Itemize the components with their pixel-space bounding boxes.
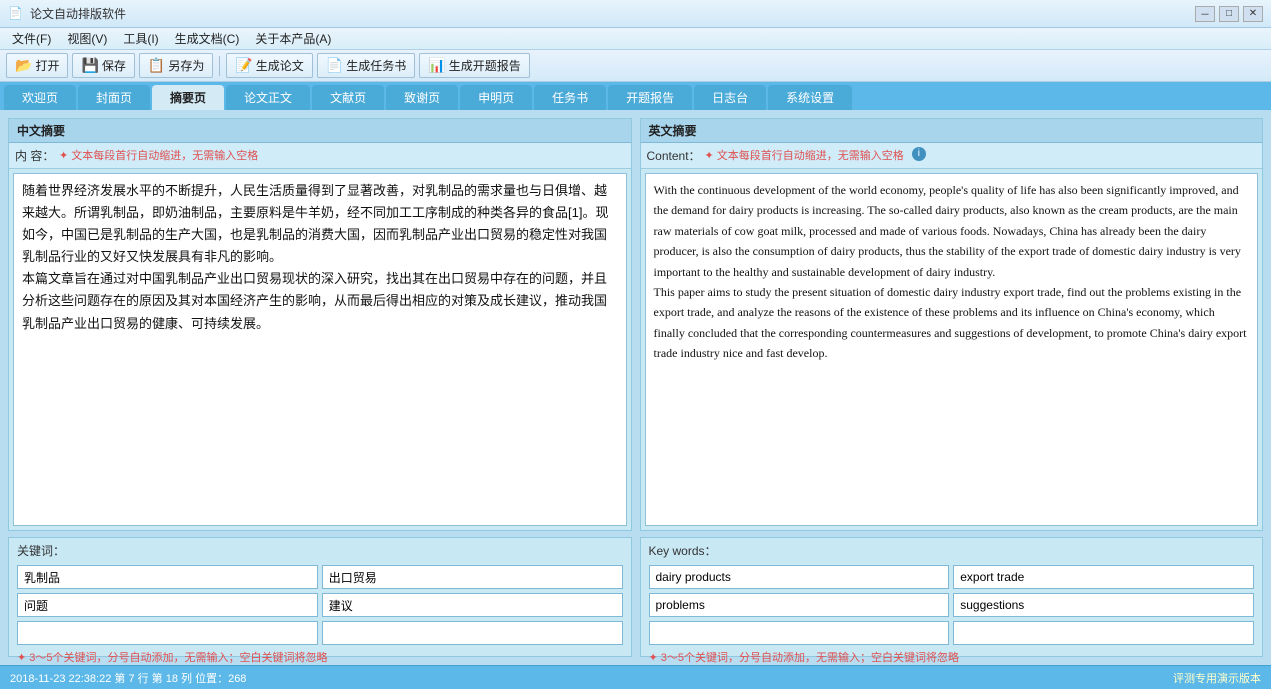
zh-keyword-2[interactable] bbox=[322, 565, 623, 589]
en-abstract-hint: ✦ 文本每段首行自动缩进，无需输入空格 bbox=[705, 147, 904, 163]
en-abstract-title: 英文摘要 bbox=[641, 119, 1263, 143]
en-abstract-panel: 英文摘要 Content： ✦ 文本每段首行自动缩进，无需输入空格 i With… bbox=[640, 118, 1264, 531]
abstract-row: 中文摘要 内 容： ✦ 文本每段首行自动缩进，无需输入空格 随着世界经济发展水平… bbox=[8, 118, 1263, 531]
en-keywords-hint: ✦ 3～5个关键词，分号自动添加，无需输入；空白关键词将忽略 bbox=[649, 649, 1255, 665]
zh-keywords-hint: ✦ 3～5个关键词，分号自动添加，无需输入；空白关键词将忽略 bbox=[17, 649, 623, 665]
en-keyword-2[interactable] bbox=[953, 565, 1254, 589]
zh-abstract-hint: ✦ 文本每段首行自动缩进，无需输入空格 bbox=[59, 147, 258, 163]
saveas-icon: 📋 bbox=[148, 57, 165, 74]
save-icon: 💾 bbox=[81, 57, 98, 74]
app-icon: 📄 bbox=[8, 6, 24, 22]
menu-tools[interactable]: 工具(I) bbox=[115, 28, 166, 49]
zh-keyword-5[interactable] bbox=[17, 621, 318, 645]
gen-task-icon: 📄 bbox=[326, 57, 343, 74]
toolbar: 📂 打开 💾 保存 📋 另存为 📝 生成论文 📄 生成任务书 📊 生成开题报告 bbox=[0, 50, 1271, 82]
tab-settings[interactable]: 系统设置 bbox=[768, 85, 852, 110]
zh-keyword-6[interactable] bbox=[322, 621, 623, 645]
save-label: 保存 bbox=[102, 57, 126, 74]
zh-abstract-panel: 中文摘要 内 容： ✦ 文本每段首行自动缩进，无需输入空格 随着世界经济发展水平… bbox=[8, 118, 632, 531]
close-button[interactable]: ✕ bbox=[1243, 6, 1263, 22]
en-keyword-3[interactable] bbox=[649, 593, 950, 617]
gen-paper-button[interactable]: 📝 生成论文 bbox=[226, 53, 312, 78]
zh-abstract-content[interactable]: 随着世界经济发展水平的不断提升，人民生活质量得到了显著改善，对乳制品的需求量也与… bbox=[13, 173, 627, 526]
menu-file[interactable]: 文件(F) bbox=[4, 28, 59, 49]
zh-abstract-title: 中文摘要 bbox=[9, 119, 631, 143]
open-button[interactable]: 📂 打开 bbox=[6, 53, 68, 78]
titlebar: 📄 论文自动排版软件 － □ ✕ bbox=[0, 0, 1271, 28]
tab-references[interactable]: 文献页 bbox=[312, 85, 384, 110]
app-title: 论文自动排版软件 bbox=[30, 5, 1195, 22]
tab-cover[interactable]: 封面页 bbox=[78, 85, 150, 110]
en-keywords-title: Key words： bbox=[649, 542, 1255, 559]
en-keyword-5[interactable] bbox=[649, 621, 950, 645]
maximize-button[interactable]: □ bbox=[1219, 6, 1239, 22]
gen-paper-icon: 📝 bbox=[235, 57, 252, 74]
statusbar-version: 评测专用演示版本 bbox=[1173, 670, 1261, 686]
tab-log[interactable]: 日志台 bbox=[694, 85, 766, 110]
gen-report-label: 生成开题报告 bbox=[449, 57, 521, 74]
menu-view[interactable]: 视图(V) bbox=[59, 28, 115, 49]
menu-generate-doc[interactable]: 生成文档(C) bbox=[167, 28, 248, 49]
open-icon: 📂 bbox=[15, 57, 32, 74]
menubar: 文件(F) 视图(V) 工具(I) 生成文档(C) 关于本产品(A) bbox=[0, 28, 1271, 50]
zh-keywords-panel: 关键词： ✦ 3～5个关键词，分号自动添加，无需输入；空白关键词将忽略 bbox=[8, 537, 632, 657]
statusbar-info: 2018-11-23 22:38:22 第 7 行 第 18 列 位置：268 bbox=[10, 670, 246, 686]
en-abstract-content[interactable]: With the continuous development of the w… bbox=[645, 173, 1259, 526]
en-abstract-label-row: Content： ✦ 文本每段首行自动缩进，无需输入空格 i bbox=[641, 143, 1263, 169]
en-keyword-6[interactable] bbox=[953, 621, 1254, 645]
info-icon[interactable]: i bbox=[912, 147, 926, 161]
zh-keywords-grid bbox=[17, 565, 623, 645]
tab-abstract[interactable]: 摘要页 bbox=[152, 85, 224, 110]
zh-abstract-label: 内 容： bbox=[15, 147, 55, 164]
toolbar-separator-1 bbox=[219, 56, 220, 76]
tab-bar: 欢迎页 封面页 摘要页 论文正文 文献页 致谢页 申明页 任务书 开题报告 日志… bbox=[0, 82, 1271, 110]
keywords-section: 关键词： ✦ 3～5个关键词，分号自动添加，无需输入；空白关键词将忽略 Key … bbox=[8, 537, 1263, 657]
saveas-label: 另存为 bbox=[168, 57, 204, 74]
minimize-button[interactable]: － bbox=[1195, 6, 1215, 22]
main-content: 中文摘要 内 容： ✦ 文本每段首行自动缩进，无需输入空格 随着世界经济发展水平… bbox=[0, 110, 1271, 665]
gen-task-button[interactable]: 📄 生成任务书 bbox=[317, 53, 415, 78]
gen-report-button[interactable]: 📊 生成开题报告 bbox=[419, 53, 529, 78]
menu-about[interactable]: 关于本产品(A) bbox=[247, 28, 339, 49]
gen-paper-label: 生成论文 bbox=[256, 57, 304, 74]
gen-report-icon: 📊 bbox=[428, 57, 445, 74]
zh-abstract-label-row: 内 容： ✦ 文本每段首行自动缩进，无需输入空格 bbox=[9, 143, 631, 169]
en-keywords-grid bbox=[649, 565, 1255, 645]
en-keyword-4[interactable] bbox=[953, 593, 1254, 617]
zh-keyword-3[interactable] bbox=[17, 593, 318, 617]
tab-taskbook[interactable]: 任务书 bbox=[534, 85, 606, 110]
tab-acknowledgement[interactable]: 致谢页 bbox=[386, 85, 458, 110]
tab-welcome[interactable]: 欢迎页 bbox=[4, 85, 76, 110]
zh-keyword-1[interactable] bbox=[17, 565, 318, 589]
open-label: 打开 bbox=[35, 57, 59, 74]
save-button[interactable]: 💾 保存 bbox=[72, 53, 134, 78]
zh-keyword-4[interactable] bbox=[322, 593, 623, 617]
tab-proposal[interactable]: 开题报告 bbox=[608, 85, 692, 110]
gen-task-label: 生成任务书 bbox=[346, 57, 406, 74]
tab-body[interactable]: 论文正文 bbox=[226, 85, 310, 110]
en-keywords-panel: Key words： ✦ 3～5个关键词，分号自动添加，无需输入；空白关键词将忽… bbox=[640, 537, 1264, 657]
en-abstract-label: Content： bbox=[647, 147, 701, 164]
statusbar: 2018-11-23 22:38:22 第 7 行 第 18 列 位置：268 … bbox=[0, 665, 1271, 689]
tab-declaration[interactable]: 申明页 bbox=[460, 85, 532, 110]
en-keyword-1[interactable] bbox=[649, 565, 950, 589]
window-controls: － □ ✕ bbox=[1195, 6, 1263, 22]
zh-keywords-title: 关键词： bbox=[17, 542, 623, 559]
saveas-button[interactable]: 📋 另存为 bbox=[139, 53, 213, 78]
